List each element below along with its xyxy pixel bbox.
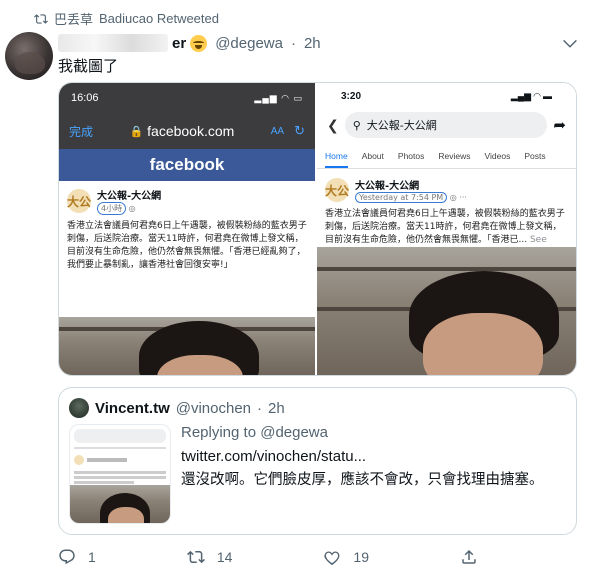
tab-about: About <box>361 151 384 161</box>
page-name: 大公報-大公網 <box>355 181 420 192</box>
reply-button[interactable]: 1 <box>58 548 96 566</box>
retweet-button[interactable]: 14 <box>186 548 233 566</box>
like-count: 19 <box>353 549 369 565</box>
page-logo: 大公 <box>325 178 349 202</box>
blurred-author-name[interactable] <box>58 34 168 52</box>
quoted-tweet-time: 2h <box>268 399 285 417</box>
retweet-icon <box>34 13 48 24</box>
tab-reviews: Reviews <box>438 151 471 161</box>
tab-videos: Videos <box>484 151 511 161</box>
facebook-brand-bar: facebook <box>59 149 315 181</box>
screenshot-left[interactable]: 16:06 ▂▄▆ ◠ ▭ 完成 🔒 facebook.com AA ↻ fac… <box>59 83 317 375</box>
globe-icon: ◎ <box>128 204 136 213</box>
separator-dot: · <box>257 399 263 417</box>
share-icon: ➦ <box>553 117 566 134</box>
quoted-text: 還沒改啊。它們臉皮厚，應該不會改，只會找理由搪塞。 <box>181 472 544 488</box>
retweeter-name[interactable]: 巴丢草 <box>54 9 93 28</box>
post-text: 香港立法會議員何君堯6日上午遇襲，被假裝粉絲的藍衣男子刺傷，后送院治療。當天11… <box>67 221 307 270</box>
globe-icon: ◎ ··· <box>449 193 467 202</box>
left-url-bar: 完成 🔒 facebook.com AA ↻ <box>59 113 315 149</box>
tweet-media[interactable]: 16:06 ▂▄▆ ◠ ▭ 完成 🔒 facebook.com AA ↻ fac… <box>58 82 577 376</box>
share-button[interactable] <box>460 548 478 566</box>
reload-icon: ↻ <box>294 123 305 138</box>
page-name: 大公報-大公網 <box>97 191 162 202</box>
retweet-icon <box>186 550 205 564</box>
back-arrow-icon: ❮ <box>327 116 339 133</box>
lock-icon: 🔒 <box>129 125 144 138</box>
page-logo: 大公 <box>67 189 91 213</box>
reply-count: 1 <box>88 549 96 565</box>
grimace-emoji-icon <box>190 34 208 52</box>
quoted-media-thumbnail[interactable] <box>69 424 171 524</box>
page-tabs: Home About Photos Reviews Videos Posts <box>317 141 576 169</box>
aa-label: AA <box>270 125 285 137</box>
tweet-actions: 1 14 19 <box>58 548 478 566</box>
tab-home: Home <box>325 151 348 168</box>
left-status-time: 16:06 <box>71 92 99 104</box>
quoted-link: twitter.com/vinochen/statu... <box>181 448 367 465</box>
screenshot-right[interactable]: 3:20 ▂▄▆ ◠ ▬ ❮ ⚲ 大公報-大公網 ➦ Home About Ph… <box>317 83 576 375</box>
reply-icon <box>59 549 75 565</box>
retweet-label: Badiucao Retweeted <box>99 11 219 26</box>
tab-posts: Posts <box>524 151 546 161</box>
tab-photos: Photos <box>397 151 425 161</box>
url-with-lock: 🔒 facebook.com <box>129 123 234 139</box>
url-text: facebook.com <box>147 123 235 139</box>
like-button[interactable]: 19 <box>323 548 369 566</box>
post-time: 4小時 <box>97 202 127 215</box>
post-time: Yesterday at 7:54 PM <box>355 192 448 203</box>
author-avatar[interactable] <box>5 32 53 80</box>
tweet-time[interactable]: 2h <box>304 35 321 52</box>
right-status-bar: 3:20 ▂▄▆ ◠ ▬ <box>317 83 576 109</box>
tweet-text: 我截圖了 <box>58 57 119 75</box>
share-icon <box>462 549 476 564</box>
replying-to: Replying to @degewa <box>181 424 328 441</box>
left-post: 大公 大公報-大公網 4小時 ◎ 香港立法會議員何君堯6日上午遇襲，被假裝粉絲的… <box>59 181 315 278</box>
retweet-count: 14 <box>216 549 233 565</box>
right-status-time: 3:20 <box>341 90 362 102</box>
quoted-author-avatar <box>69 398 89 418</box>
quoted-author-handle: @vinochen <box>175 399 252 417</box>
battery-icon: ▂▄▆ ◠ ▬ <box>510 90 552 101</box>
chevron-down-icon[interactable] <box>561 34 579 52</box>
search-text: 大公報-大公網 <box>366 119 437 132</box>
right-search-bar: ❮ ⚲ 大公報-大公網 ➦ <box>327 111 566 139</box>
separator-dot: · <box>290 34 296 52</box>
retweet-header[interactable]: 巴丢草 Badiucao Retweeted <box>34 9 219 28</box>
author-handle[interactable]: @degewa <box>215 35 283 52</box>
post-text-body: 香港立法會議員何君堯6日上午遇襲，被假裝粉絲的藍衣男子刺傷，后送院治療。當天11… <box>325 209 565 245</box>
author-name-fragment[interactable]: er <box>172 35 186 52</box>
done-label: 完成 <box>69 124 94 139</box>
quoted-author-name: Vincent.tw <box>95 399 170 417</box>
post-photo <box>59 317 315 375</box>
search-icon: ⚲ <box>352 118 361 132</box>
quoted-tweet[interactable]: Vincent.tw @vinochen · 2h Replying to @d… <box>58 387 577 535</box>
heart-icon <box>324 551 340 566</box>
tweet-header: er @degewa · 2h <box>58 34 321 52</box>
post-photo <box>317 247 576 375</box>
signal-icon: ▂▄▆ ◠ ▭ <box>254 92 303 103</box>
left-status-bar: 16:06 ▂▄▆ ◠ ▭ <box>59 83 315 113</box>
